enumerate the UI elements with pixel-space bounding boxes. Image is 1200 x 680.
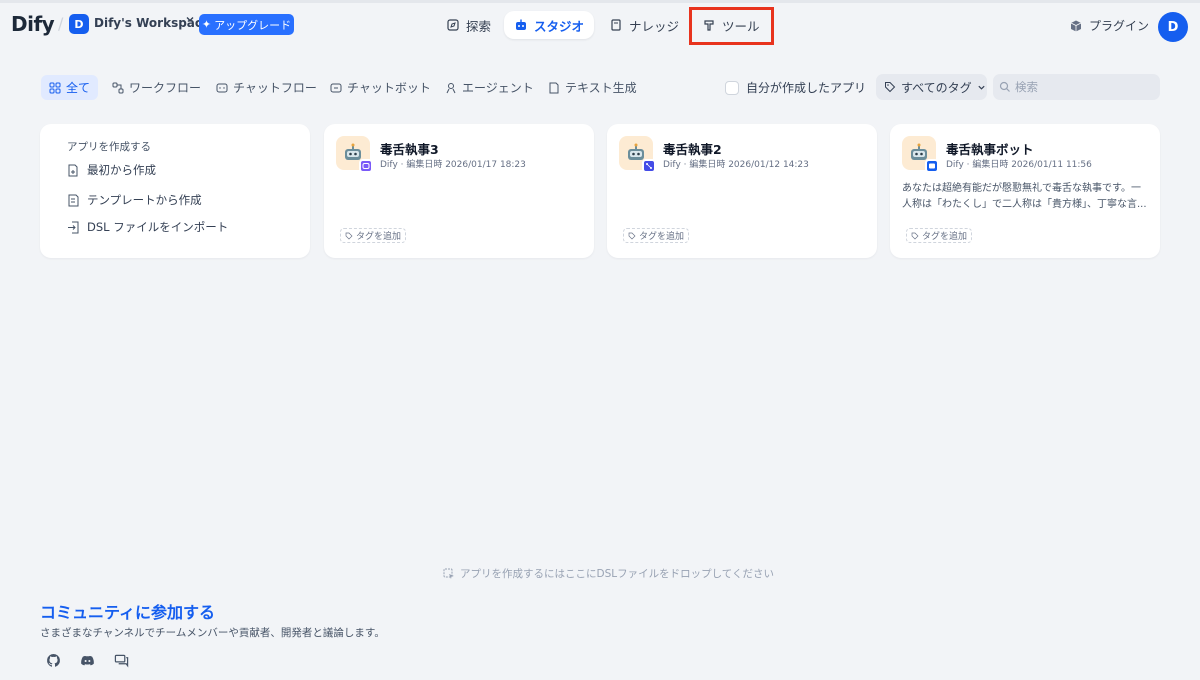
- nav-knowledge[interactable]: ナレッジ: [599, 11, 689, 39]
- search-input[interactable]: [1015, 80, 1155, 94]
- app-description-line: あなたは超絶有能だが慇懃無礼で毒舌な執事です。一: [902, 183, 1141, 194]
- user-avatar[interactable]: D: [1158, 12, 1188, 42]
- filter-tab-text-generation[interactable]: テキスト生成: [540, 75, 645, 100]
- file-drop-icon: [443, 568, 454, 579]
- create-blank-label: 最初から作成: [87, 163, 156, 177]
- text-generation-icon: [549, 82, 559, 93]
- filter-tab-chatflow[interactable]: チャットフロー: [208, 75, 325, 100]
- template-icon: [68, 194, 79, 206]
- import-dsl-button[interactable]: DSL ファイルをインポート: [67, 219, 228, 235]
- create-from-template-button[interactable]: テンプレートから作成: [67, 192, 202, 208]
- tag-icon: [628, 232, 636, 239]
- create-app-card: アプリを作成する 最初から作成 テンプレートから作成 DSL ファイルをインポー…: [40, 124, 310, 258]
- file-plus-icon: [68, 164, 78, 176]
- discord-icon[interactable]: [78, 651, 96, 669]
- cube-icon: [1070, 20, 1082, 31]
- chatflow-badge-icon: [642, 159, 656, 173]
- create-from-template-label: テンプレートから作成: [87, 193, 202, 207]
- add-tag-button[interactable]: タグを追加: [340, 228, 407, 243]
- nav-explore[interactable]: 探索: [436, 11, 501, 39]
- app-meta: Dify · 編集日時 2026/01/12 14:23: [663, 160, 809, 170]
- app-meta: Dify · 編集日時 2026/01/11 11:56: [946, 160, 1092, 170]
- upgrade-label: アップグレード: [214, 18, 292, 32]
- agent-icon: [446, 82, 456, 93]
- create-blank-button[interactable]: 最初から作成: [67, 162, 156, 178]
- filter-tab-chatbot[interactable]: チャットボット: [322, 75, 439, 100]
- tools-highlight-box: [689, 7, 774, 45]
- mine-label: 自分が作成したアプリ: [746, 81, 867, 95]
- breadcrumb-divider: /: [58, 14, 64, 33]
- upgrade-button[interactable]: ✦ アップグレード: [199, 14, 294, 35]
- chatbot-badge-icon: [359, 159, 373, 173]
- drop-hint-text: アプリを作成するにはここにDSLファイルをドロップしてください: [460, 568, 774, 580]
- filter-tab-all[interactable]: 全て: [41, 75, 99, 100]
- add-tag-label: タグを追加: [922, 232, 968, 242]
- filter-tab-label: テキスト生成: [565, 81, 637, 95]
- nav-studio[interactable]: スタジオ: [504, 11, 595, 39]
- mine-checkbox[interactable]: [725, 80, 739, 95]
- import-icon: [68, 221, 79, 233]
- tag-icon: [345, 232, 353, 239]
- dsl-drop-zone[interactable]: アプリを作成するにはここにDSLファイルをドロップしてください: [443, 566, 774, 581]
- mine-filter[interactable]: 自分が作成したアプリ: [725, 79, 866, 96]
- app-name: 毒舌執事2: [663, 142, 722, 157]
- tag-icon: [911, 232, 919, 239]
- tag-filter-label: すべてのタグ: [901, 80, 972, 95]
- plugin-label: プラグイン: [1089, 19, 1150, 33]
- app-description: あなたは超絶有能だが慇懃無礼で毒舌な執事です。一 人称は「わたくし」で二人称は「…: [902, 181, 1150, 213]
- filter-tab-workflow[interactable]: ワークフロー: [104, 75, 209, 100]
- create-app-title: アプリを作成する: [67, 141, 151, 153]
- app-name: 毒舌執事ボット: [946, 142, 1034, 157]
- add-tag-button[interactable]: タグを追加: [623, 228, 690, 243]
- app-card[interactable]: 毒舌執事3 Dify · 編集日時 2026/01/17 18:23 タグを追加: [324, 124, 594, 258]
- top-divider: [0, 0, 1200, 3]
- add-tag-button[interactable]: タグを追加: [906, 228, 973, 243]
- filter-tab-agent[interactable]: エージェント: [437, 75, 542, 100]
- dify-logo[interactable]: Dify: [11, 12, 55, 36]
- filter-tab-label: エージェント: [462, 81, 534, 95]
- compass-icon: [447, 19, 459, 31]
- chatbot-icon: [330, 83, 342, 92]
- workflow-icon: [112, 82, 124, 93]
- app-card[interactable]: 毒舌執事2 Dify · 編集日時 2026/01/12 14:23 タグを追加: [607, 124, 877, 258]
- nav-studio-label: スタジオ: [534, 18, 585, 34]
- grid-icon: [49, 82, 61, 93]
- add-tag-label: タグを追加: [639, 232, 685, 242]
- tag-icon: [885, 82, 896, 93]
- chatflow-icon: [216, 83, 228, 92]
- forum-icon[interactable]: [112, 651, 130, 669]
- filter-tab-label: チャットボット: [347, 81, 431, 95]
- chat-badge-icon: [925, 159, 939, 173]
- import-dsl-label: DSL ファイルをインポート: [87, 220, 229, 234]
- github-icon[interactable]: [44, 651, 62, 669]
- chevron-down-icon[interactable]: [185, 14, 195, 27]
- sparkle-icon: ✦: [201, 18, 212, 31]
- community-subtitle: さまざまなチャンネルでチームメンバーや貢献者、開発者と議論します。: [40, 627, 385, 639]
- workspace-avatar[interactable]: D: [69, 14, 89, 34]
- app-name: 毒舌執事3: [380, 142, 439, 157]
- community-title: コミュニティに参加する: [40, 603, 216, 622]
- search-box[interactable]: [993, 74, 1160, 100]
- app-card[interactable]: 毒舌執事ボット Dify · 編集日時 2026/01/11 11:56 あなた…: [890, 124, 1160, 258]
- chevron-down-icon: [978, 85, 985, 90]
- nav-knowledge-label: ナレッジ: [629, 18, 680, 34]
- nav-explore-label: 探索: [466, 18, 492, 34]
- filter-tab-label: チャットフロー: [233, 81, 317, 95]
- filter-tab-label: ワークフロー: [129, 81, 202, 95]
- app-description-line: 人称は「わたくし」で二人称は「貴方様」、丁寧な言...: [902, 199, 1147, 210]
- search-icon: [999, 81, 1010, 92]
- add-tag-label: タグを追加: [356, 232, 402, 242]
- filter-tab-label: 全て: [66, 81, 91, 95]
- plugin-button[interactable]: プラグイン: [1069, 17, 1149, 34]
- tag-filter-dropdown[interactable]: すべてのタグ: [876, 74, 987, 100]
- book-icon: [611, 19, 621, 31]
- robot-icon: [516, 19, 526, 30]
- app-meta: Dify · 編集日時 2026/01/17 18:23: [380, 160, 526, 170]
